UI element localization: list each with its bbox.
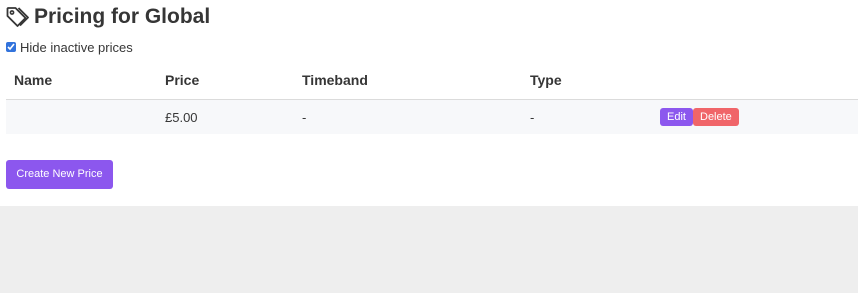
- column-header-timeband: Timeband: [302, 72, 368, 88]
- table-header: Name Price Timeband Type: [6, 62, 858, 100]
- page-header: Pricing for Global: [5, 5, 210, 29]
- column-header-price: Price: [165, 72, 200, 88]
- footer-area: [0, 206, 858, 293]
- edit-button[interactable]: Edit: [660, 108, 693, 126]
- column-header-type: Type: [530, 72, 562, 88]
- cell-price: £5.00: [165, 110, 198, 125]
- create-new-price-button[interactable]: Create New Price: [6, 160, 113, 189]
- column-header-name: Name: [14, 72, 53, 88]
- hide-inactive-filter[interactable]: Hide inactive prices: [6, 39, 133, 55]
- cell-type: -: [530, 110, 535, 125]
- hide-inactive-label: Hide inactive prices: [20, 39, 133, 55]
- table-row: £5.00 - - Edit Delete: [6, 100, 858, 134]
- page-title: Pricing for Global: [34, 5, 211, 28]
- prices-table: Name Price Timeband Type £5.00 - - Edit …: [6, 62, 858, 134]
- main-content: Pricing for Global Hide inactive prices …: [0, 0, 858, 206]
- hide-inactive-checkbox[interactable]: [6, 42, 16, 52]
- cell-timeband: -: [302, 110, 307, 125]
- tag-icon: [5, 5, 29, 29]
- delete-button[interactable]: Delete: [693, 108, 739, 126]
